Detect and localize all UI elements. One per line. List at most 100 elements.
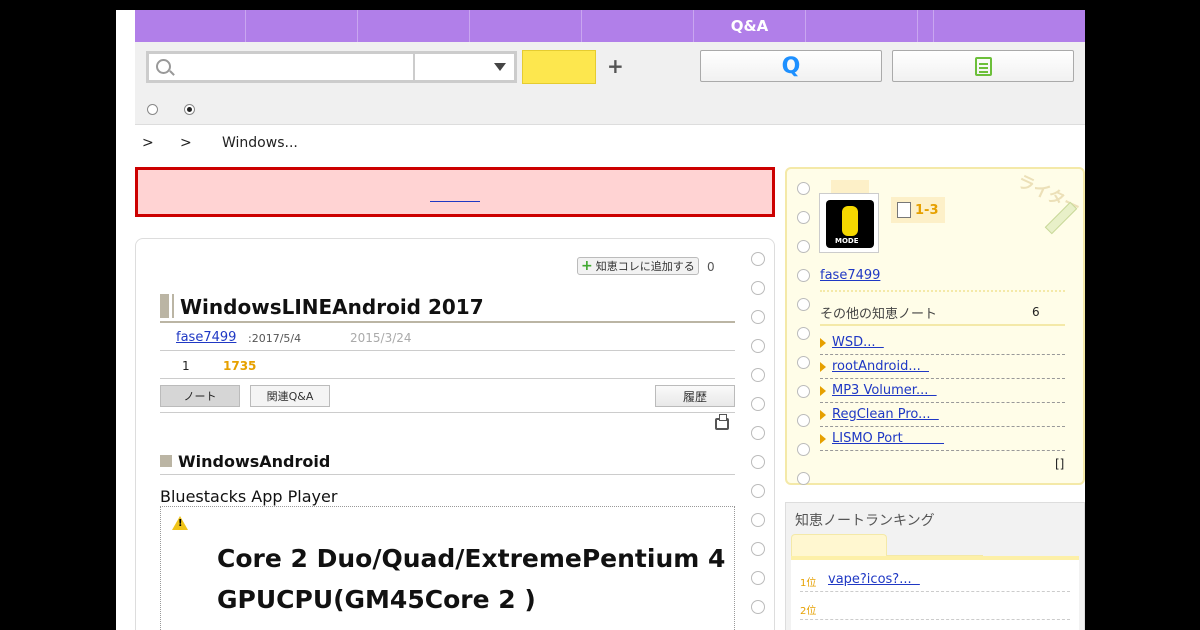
ring-decoration: [797, 298, 810, 311]
search-icon: [156, 59, 171, 74]
nav-tab-2[interactable]: [246, 10, 358, 42]
other-notes-count: 6: [1032, 305, 1040, 319]
note-icon: [974, 56, 992, 76]
nav-tab-4[interactable]: [470, 10, 582, 42]
other-note-item[interactable]: WSD...: [820, 333, 1065, 355]
other-notes-label: その他の知恵ノート: [820, 307, 938, 322]
nav-tab-qa[interactable]: Q&A: [694, 10, 806, 42]
ranking-row: 2位: [800, 598, 1070, 620]
updated-date: :2017/5/4: [248, 332, 302, 345]
avatar[interactable]: MODE: [819, 193, 879, 253]
ring-decoration: [751, 513, 765, 527]
ranking-title: 知恵ノートランキング: [795, 513, 935, 529]
profile-author-link[interactable]: fase7499: [820, 268, 880, 283]
bullet-arrow-icon: [820, 338, 826, 348]
nav-tab-1[interactable]: [135, 10, 246, 42]
ring-decoration: [797, 327, 810, 340]
nav-tab-5[interactable]: [582, 10, 694, 42]
breadcrumb: > > Windows...: [142, 135, 298, 151]
plus-icon[interactable]: +: [607, 54, 624, 78]
ranking-position: 1位: [800, 578, 817, 589]
ring-decoration: [751, 484, 765, 498]
warning-icon: [172, 516, 188, 530]
bullet-arrow-icon: [820, 386, 826, 396]
print-icon[interactable]: [715, 414, 729, 430]
imode-logo: MODE: [826, 200, 874, 248]
nav-tab-8[interactable]: [918, 10, 934, 42]
ring-decoration: [751, 368, 765, 382]
nav-tab-7[interactable]: [806, 10, 918, 42]
search-scope-radio-2[interactable]: [184, 104, 195, 115]
divider: [160, 412, 735, 413]
writer-level-badge: 1-3: [891, 197, 945, 223]
ring-decoration: [751, 571, 765, 585]
warning-line-1: Core 2 Duo/Quad/ExtremePentium 4: [217, 544, 726, 573]
chevron-down-icon: [494, 63, 506, 71]
add-icon: +: [581, 258, 593, 274]
warning-line-2: GPUCPU(GM45Core 2 ): [217, 585, 536, 614]
divider: [820, 290, 1065, 292]
other-note-item[interactable]: RegClean Pro...: [820, 405, 1065, 427]
add-to-collection-label: 知恵コレに追加する: [595, 260, 695, 273]
other-note-link[interactable]: RegClean Pro...: [832, 407, 939, 422]
tab-related-qa[interactable]: 関連Q&A: [250, 385, 330, 407]
ring-decoration: [751, 600, 765, 614]
other-note-link[interactable]: MP3 Volumer...: [832, 383, 937, 398]
divider: [160, 474, 735, 475]
other-note-link[interactable]: LISMO Port: [832, 431, 944, 446]
article-title: WindowsLINEAndroid 2017: [180, 295, 484, 319]
ring-decoration: [751, 455, 765, 469]
ranking-tab-active[interactable]: [791, 534, 887, 556]
collection-count: 0: [707, 260, 715, 274]
ask-question-button[interactable]: Q: [700, 50, 882, 82]
other-note-item[interactable]: LISMO Port: [820, 429, 1065, 451]
more-notes-link[interactable]: []: [1055, 457, 1064, 471]
ring-decoration: [797, 269, 810, 282]
ring-decoration: [797, 385, 810, 398]
bullet-arrow-icon: [820, 410, 826, 420]
search-button[interactable]: [522, 50, 596, 84]
q-icon: Q: [781, 53, 801, 79]
title-marker: [160, 294, 174, 318]
ring-decoration: [797, 414, 810, 427]
tab-note[interactable]: ノート: [160, 385, 240, 407]
other-note-item[interactable]: rootAndroid...: [820, 357, 1065, 379]
ring-decoration: [751, 339, 765, 353]
stat-count: 1: [182, 359, 190, 373]
tab-history[interactable]: 履歴: [655, 385, 735, 407]
ranking-link[interactable]: vape?icos?...: [828, 572, 920, 587]
alert-banner: [135, 167, 775, 217]
notebook-rings: [751, 252, 765, 629]
bullet-arrow-icon: [820, 434, 826, 444]
ring-decoration: [797, 182, 810, 195]
author-link[interactable]: fase7499: [176, 330, 236, 345]
breadcrumb-current[interactable]: Windows...: [222, 135, 298, 151]
search-scope-radio-1[interactable]: [147, 104, 158, 115]
ring-decoration: [797, 443, 810, 456]
nav-tab-9[interactable]: [934, 10, 1085, 42]
ring-decoration: [751, 252, 765, 266]
search-input[interactable]: [179, 57, 409, 79]
ring-decoration: [751, 542, 765, 556]
other-note-link[interactable]: rootAndroid...: [832, 359, 929, 374]
other-note-item[interactable]: MP3 Volumer...: [820, 381, 1065, 403]
ring-decoration: [797, 356, 810, 369]
body-text: Bluestacks App Player: [160, 487, 338, 506]
ranking-row: 1位 vape?icos?...: [800, 570, 1070, 592]
document-icon: [897, 202, 911, 218]
category-select[interactable]: [413, 51, 517, 83]
other-note-link[interactable]: WSD...: [832, 335, 884, 350]
divider: [160, 378, 735, 379]
created-date: 2015/3/24: [350, 331, 412, 345]
breadcrumb-separator: >: [142, 135, 154, 151]
add-to-collection-button[interactable]: + 知恵コレに追加する: [577, 257, 699, 275]
profile-tag: [831, 180, 869, 194]
view-count: 1735: [223, 359, 257, 373]
ranking-position: 2位: [800, 606, 817, 617]
alert-link[interactable]: [430, 192, 480, 202]
write-note-button[interactable]: [892, 50, 1074, 82]
ring-decoration: [751, 310, 765, 324]
divider: [160, 350, 735, 351]
nav-tab-3[interactable]: [358, 10, 470, 42]
ring-decoration: [797, 211, 810, 224]
